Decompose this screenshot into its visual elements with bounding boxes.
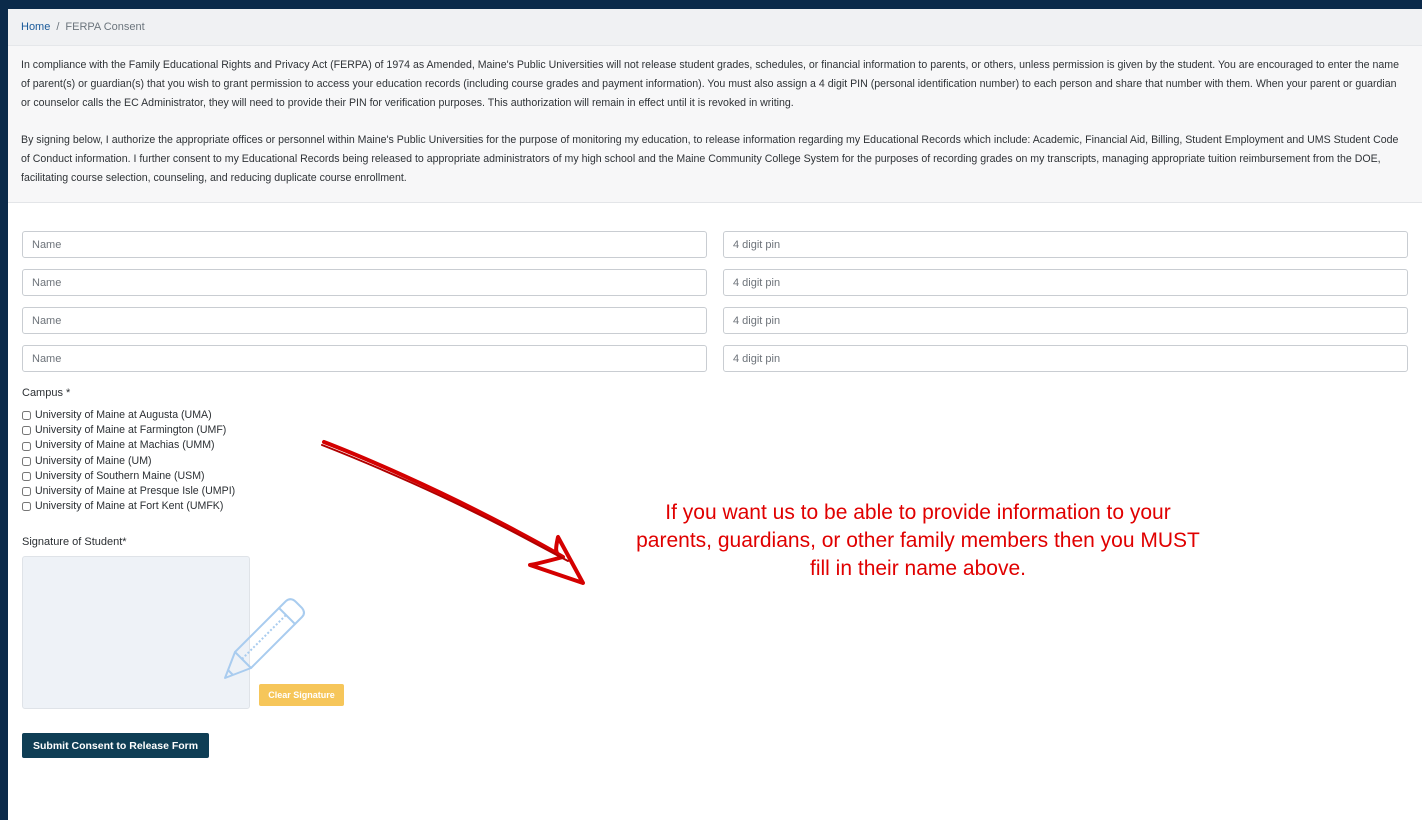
pin-field[interactable] (723, 307, 1408, 334)
campus-checkbox[interactable] (22, 441, 31, 451)
campus-option-label: University of Maine at Fort Kent (UMFK) (35, 500, 224, 513)
campus-checkbox[interactable] (22, 411, 31, 421)
campus-option-label: University of Maine at Machias (UMM) (35, 439, 215, 452)
campus-checkbox[interactable] (22, 471, 31, 481)
intro-paragraph-ferpa: In compliance with the Family Educationa… (21, 59, 1399, 109)
pin-field[interactable] (723, 269, 1408, 296)
campus-option-label: University of Maine at Farmington (UMF) (35, 424, 227, 437)
clear-signature-button[interactable]: Clear Signature (259, 684, 344, 707)
campus-option[interactable]: University of Maine at Augusta (UMA) (22, 408, 1408, 423)
intro-panel: In compliance with the Family Educationa… (8, 46, 1422, 203)
pin-field[interactable] (723, 231, 1408, 258)
breadcrumb: Home / FERPA Consent (8, 9, 1422, 46)
contact-row (22, 269, 1408, 296)
pin-field[interactable] (723, 345, 1408, 372)
campus-checkbox[interactable] (22, 426, 31, 436)
arrow-icon (321, 440, 585, 585)
name-field[interactable] (22, 307, 707, 334)
contact-row (22, 345, 1408, 372)
campus-option[interactable]: University of Maine (UM) (22, 454, 1408, 469)
breadcrumb-separator: / (56, 21, 60, 33)
name-field[interactable] (22, 231, 707, 258)
instruction-annotation: If you want us to be able to provide inf… (636, 501, 1200, 580)
campus-option-label: University of Maine at Presque Isle (UMP… (35, 485, 236, 498)
campus-option[interactable]: University of Maine at Farmington (UMF) (22, 423, 1408, 438)
intro-paragraph-authorization: By signing below, I authorize the approp… (21, 134, 1399, 184)
campus-checkbox[interactable] (22, 487, 31, 497)
campus-option[interactable]: University of Maine at Machias (UMM) (22, 438, 1408, 453)
name-field[interactable] (22, 345, 707, 372)
page-frame: Home / FERPA Consent In compliance with … (8, 9, 1422, 820)
campus-option-label: University of Maine (UM) (35, 454, 152, 467)
pencil-icon (224, 598, 305, 679)
campus-option[interactable]: University of Maine at Presque Isle (UMP… (22, 484, 1408, 499)
contact-row (22, 307, 1408, 334)
name-field[interactable] (22, 269, 707, 296)
campus-option-label: University of Maine at Augusta (UMA) (35, 409, 212, 421)
contact-row (22, 231, 1408, 258)
breadcrumb-home-link[interactable]: Home (21, 21, 50, 33)
campus-checkbox[interactable] (22, 456, 31, 466)
campus-option[interactable]: University of Southern Maine (USM) (22, 469, 1408, 484)
submit-consent-button[interactable]: Submit Consent to Release Form (22, 733, 210, 759)
campus-checkbox[interactable] (22, 502, 31, 512)
breadcrumb-current: FERPA Consent (65, 21, 145, 33)
campus-option-label: University of Southern Maine (USM) (35, 469, 205, 482)
campus-label: Campus * (22, 387, 71, 399)
